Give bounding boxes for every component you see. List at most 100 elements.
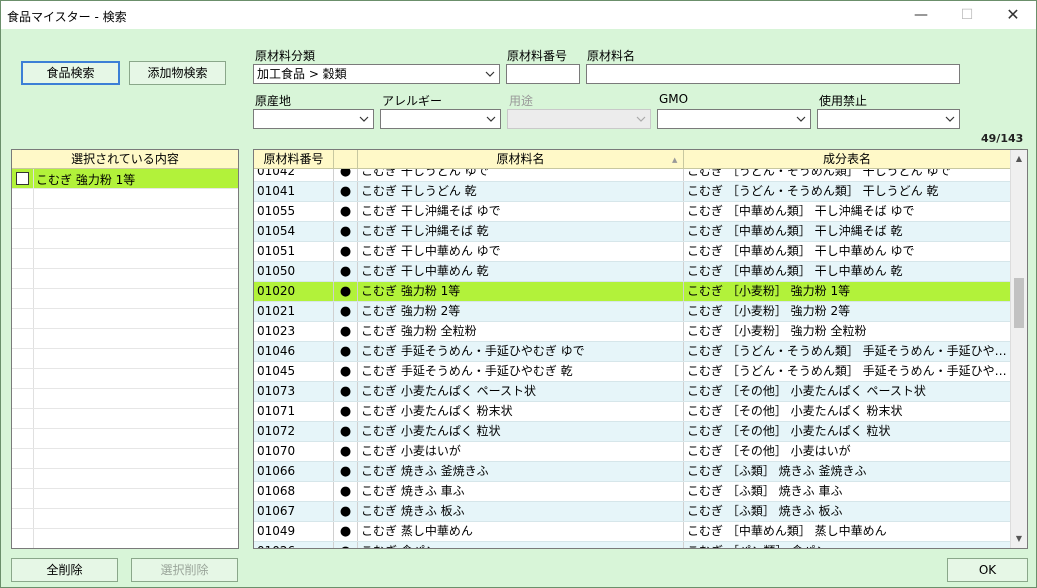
bullet-icon: ● [334,442,358,461]
empty-row [12,329,238,349]
table-row[interactable]: 01049 ● こむぎ 蒸し中華めん こむぎ ［中華めん類］ 蒸し中華めん [254,522,1011,542]
table-row[interactable]: 01026●こむぎ 食パンこむぎ ［パン類］ 食パン [254,542,1011,548]
table-row[interactable]: 01072 ● こむぎ 小麦たんぱく 粒状 こむぎ ［その他］ 小麦たんぱく 粒状 [254,422,1011,442]
empty-row [12,469,238,489]
table-row[interactable]: 01055 ● こむぎ 干し沖縄そば ゆで こむぎ ［中華めん類］ 干し沖縄そば ゆで [254,202,1011,222]
cell-official-name: こむぎ ［うどん・そうめん類］ 手延そうめん・手延ひや… [684,342,1011,361]
additive-search-button[interactable]: 添加物検索 [129,61,226,85]
usage-label: 用途 [509,94,534,108]
scroll-thumb[interactable] [1014,278,1024,328]
empty-row [12,509,238,529]
selected-item-checkbox[interactable] [16,172,29,185]
usage-select [507,109,651,129]
table-row[interactable]: 01050 ● こむぎ 干し中華めん 乾こむぎ ［中華めん類］ 干し中華めん 乾 [254,262,1011,282]
cell-number: 01067 [254,502,334,521]
cell-official-name: こむぎ ［ふ類］ 焼きふ 板ふ [684,502,1011,521]
selected-item[interactable]: こむぎ 強力粉 1等 [12,169,238,189]
cell-official-name: こむぎ ［ふ類］ 焼きふ 釜焼きふ [684,462,1011,481]
chevron-down-icon [636,116,646,122]
ok-button[interactable]: OK [947,558,1028,582]
cell-name: こむぎ 干し沖縄そば 乾 [358,222,684,241]
table-row[interactable]: 01068 ● こむぎ 焼きふ 車ふ こむぎ ［ふ類］ 焼きふ 車ふ [254,482,1011,502]
food-search-button[interactable]: 食品検索 [21,61,120,85]
cell-number: 01050 [254,262,334,281]
cell-number: 01072 [254,422,334,441]
result-count: 49/143 [981,132,1024,145]
name-input[interactable] [586,64,960,84]
table-row[interactable]: 01071 ● こむぎ 小麦たんぱく 粉末状 こむぎ ［その他］ 小麦たんぱく 粉末状 [254,402,1011,422]
cell-official-name: こむぎ ［うどん・そうめん類］ 手延そうめん・手延ひや… [684,362,1011,381]
cell-name: こむぎ 干し中華めん 乾 [358,262,684,281]
cell-official-name: こむぎ ［うどん・そうめん類］ 干しうどん 乾 [684,182,1011,201]
table-row[interactable]: 01023 ● こむぎ 強力粉 全粒粉 こむぎ ［小麦粉］ 強力粉 全粒粉 [254,322,1011,342]
bullet-icon: ● [334,422,358,441]
empty-row [12,189,238,209]
origin-select[interactable] [253,109,374,129]
cell-name: こむぎ 食パン [358,542,684,548]
cell-name: こむぎ 干しうどん 乾 [358,182,684,201]
cell-official-name: こむぎ ［小麦粉］ 強力粉 1等 [684,282,1011,301]
empty-row [12,249,238,269]
chevron-down-icon [945,116,955,122]
cell-number: 01045 [254,362,334,381]
cell-official-name: こむぎ ［中華めん類］ 干し沖縄そば ゆで [684,202,1011,221]
table-row[interactable]: 01051 ● こむぎ 干し中華めん ゆで こむぎ ［中華めん類］ 干し中華めん ゆで [254,242,1011,262]
bullet-icon: ● [334,322,358,341]
cell-official-name: こむぎ ［小麦粉］ 強力粉 2等 [684,302,1011,321]
cell-name: こむぎ 蒸し中華めん [358,522,684,541]
bullet-icon: ● [334,362,358,381]
gmo-select[interactable] [657,109,811,129]
cell-number: 01068 [254,482,334,501]
cell-number: 01041 [254,182,334,201]
column-header-official[interactable]: 成分表名 [684,150,1011,168]
empty-row [12,449,238,469]
cell-official-name: こむぎ ［パン類］ 食パン [684,542,1011,548]
table-row[interactable]: 01021 ● こむぎ 強力粉 2等 こむぎ ［小麦粉］ 強力粉 2等 [254,302,1011,322]
scroll-down-icon[interactable]: ▼ [1011,532,1027,546]
grid-body: 01042 ● こむぎ 干しうどん ゆで こむぎ ［うどん・そうめん類］ 干しうどん … [254,169,1011,548]
bullet-icon: ● [334,382,358,401]
gmo-label: GMO [659,92,689,106]
chevron-down-icon [485,71,495,77]
table-row[interactable]: 01042 ● こむぎ 干しうどん ゆで こむぎ ［うどん・そうめん類］ 干しうどん … [254,169,1011,182]
vertical-scrollbar[interactable]: ▲ ▼ [1010,150,1027,548]
clear-all-button[interactable]: 全削除 [11,558,118,582]
cell-number: 01055 [254,202,334,221]
table-row[interactable]: 01045 ● こむぎ 手延そうめん・手延ひやむぎ 乾こむぎ ［うどん・そうめん類］… [254,362,1011,382]
chevron-down-icon [359,116,369,122]
bullet-icon: ● [334,182,358,201]
selected-items-panel: 選択されている内容 こむぎ 強力粉 1等 [11,149,239,549]
bullet-icon: ● [334,542,358,548]
number-input[interactable] [506,64,580,84]
prohibited-select[interactable] [817,109,960,129]
column-header-number[interactable]: 原材料番号 [254,150,334,168]
table-row[interactable]: 01067 ● こむぎ 焼きふ 板ふ こむぎ ［ふ類］ 焼きふ 板ふ [254,502,1011,522]
cell-name: こむぎ 小麦たんぱく 粒状 [358,422,684,441]
close-button[interactable]: ✕ [990,1,1036,29]
category-select[interactable]: 加工食品 > 穀類 [253,64,500,84]
table-row[interactable]: 01046 ● こむぎ 手延そうめん・手延ひやむぎ ゆで こむぎ ［うどん・そうめん類… [254,342,1011,362]
cell-number: 01020 [254,282,334,301]
table-row[interactable]: 01066 ● こむぎ 焼きふ 釜焼きふ こむぎ ［ふ類］ 焼きふ 釜焼きふ [254,462,1011,482]
table-row[interactable]: 01054 ● こむぎ 干し沖縄そば 乾こむぎ ［中華めん類］ 干し沖縄そば 乾 [254,222,1011,242]
cell-name: こむぎ 干しうどん ゆで [358,169,684,181]
bullet-icon: ● [334,282,358,301]
cell-name: こむぎ 小麦たんぱく ペースト状 [358,382,684,401]
cell-number: 01042 [254,169,334,181]
table-row[interactable]: 01041 ● こむぎ 干しうどん 乾こむぎ ［うどん・そうめん類］ 干しうどん 乾 [254,182,1011,202]
allergy-select[interactable] [380,109,501,129]
chevron-down-icon [486,116,496,122]
cell-name: こむぎ 強力粉 2等 [358,302,684,321]
table-row[interactable]: 01070 ● こむぎ 小麦はいが こむぎ ［その他］ 小麦はいが [254,442,1011,462]
cell-name: こむぎ 焼きふ 板ふ [358,502,684,521]
cell-official-name: こむぎ ［その他］ 小麦たんぱく 粒状 [684,422,1011,441]
table-row[interactable]: 01073 ● こむぎ 小麦たんぱく ペースト状 こむぎ ［その他］ 小麦たんぱく ペ… [254,382,1011,402]
table-row[interactable]: 01020 ● こむぎ 強力粉 1等 こむぎ ［小麦粉］ 強力粉 1等 [254,282,1011,302]
bullet-icon: ● [334,222,358,241]
app-window: 食品マイスター - 検索 — ☐ ✕ 食品検索 添加物検索 原材料分類 加工食品… [0,0,1037,588]
column-header-name[interactable]: 原材料名 [358,150,684,168]
scroll-up-icon[interactable]: ▲ [1011,152,1027,166]
minimize-button[interactable]: — [898,1,944,29]
cell-name: こむぎ 干し沖縄そば ゆで [358,202,684,221]
empty-row [12,369,238,389]
